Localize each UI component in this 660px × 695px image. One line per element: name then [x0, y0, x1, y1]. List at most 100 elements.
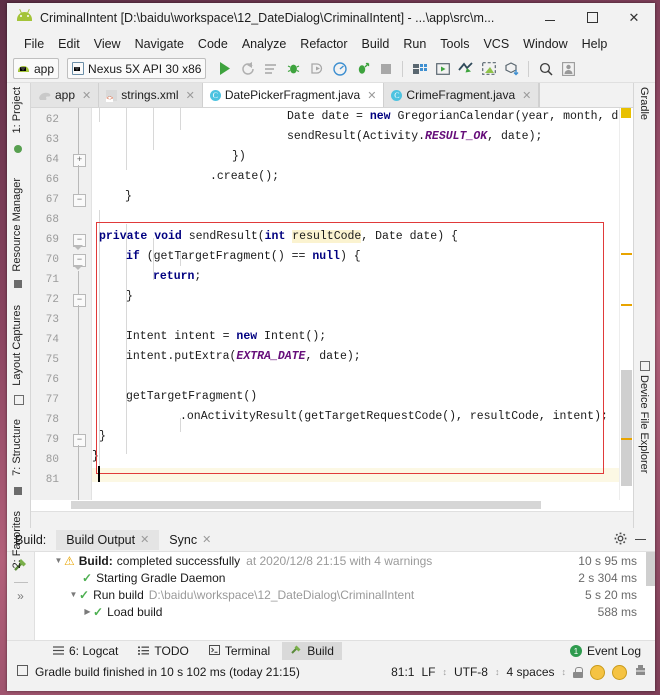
close-icon[interactable]: ✕	[186, 89, 195, 102]
editor-tab-datepickerfragment-java[interactable]: C DatePickerFragment.java ✕	[202, 83, 385, 107]
chevron-down-icon[interactable]: ▼	[68, 590, 79, 599]
menu-item-code[interactable]: Code	[191, 35, 235, 53]
indent-setting[interactable]: 4 spaces	[506, 665, 554, 679]
sync-gradle-icon[interactable]	[455, 58, 476, 79]
sidebar-item-favorites[interactable]: 2: Favorites	[11, 511, 23, 568]
editor-scrollbar-thumb[interactable]	[621, 370, 632, 486]
fold-collapse-icon[interactable]: −	[73, 194, 86, 207]
window-controls: ✕	[529, 3, 655, 32]
warning-marker[interactable]	[621, 304, 632, 306]
sdk-manager-icon[interactable]	[409, 58, 430, 79]
editor-hscroll-thumb[interactable]	[71, 501, 541, 509]
tree-row-run-build[interactable]: ▼ ✓ Run build D:\baidu\workspace\12_Date…	[35, 586, 655, 603]
build-tab-sync[interactable]: Sync ✕	[159, 530, 221, 550]
menu-item-window[interactable]: Window	[516, 35, 574, 53]
close-button[interactable]: ✕	[613, 3, 655, 32]
sidebar-item-gradle[interactable]: Gradle	[638, 87, 650, 120]
editor-tab-strings-xml[interactable]: strings.xml ✕	[99, 83, 203, 107]
bottom-tab-build[interactable]: Build	[282, 642, 342, 660]
line-separator[interactable]: LF	[421, 665, 435, 679]
fold-collapse-icon[interactable]: −	[73, 434, 86, 447]
caret-position[interactable]: 81:1	[391, 665, 414, 679]
editor-marker-bar[interactable]	[619, 108, 633, 500]
inspection-icon[interactable]	[634, 664, 647, 680]
menu-item-edit[interactable]: Edit	[51, 35, 87, 53]
resource-icon	[14, 280, 22, 288]
bottom-tab-logcat[interactable]: 6: Logcat	[45, 642, 126, 660]
minimize-button[interactable]	[529, 3, 571, 32]
close-icon[interactable]: ✕	[522, 89, 531, 102]
device-selector[interactable]: Nexus 5X API 30 x86	[67, 58, 207, 79]
debug-icon[interactable]	[283, 58, 304, 79]
close-icon[interactable]: ✕	[367, 89, 376, 102]
minimize-icon[interactable]	[633, 539, 655, 540]
search-icon[interactable]	[535, 58, 556, 79]
close-icon[interactable]: ✕	[140, 533, 149, 546]
bottom-tab-label: Terminal	[224, 644, 271, 658]
sidebar-item-label: Device File Explorer	[638, 375, 650, 474]
maximize-button[interactable]	[571, 3, 613, 32]
sidebar-item-structure[interactable]: 7: Structure	[11, 419, 23, 476]
module-selector[interactable]: app	[13, 58, 60, 79]
warning-marker[interactable]	[621, 438, 632, 440]
profiler-icon[interactable]	[329, 58, 350, 79]
menu-bar: File Edit View Navigate Code Analyze Ref…	[7, 33, 655, 55]
sidebar-item-layout-captures[interactable]: Layout Captures	[11, 305, 23, 386]
menu-item-vcs[interactable]: VCS	[476, 35, 516, 53]
layout-inspector-icon[interactable]	[478, 58, 499, 79]
avd-manager-icon[interactable]	[432, 58, 453, 79]
tree-row-build[interactable]: ▼ ⚠ Build: completed successfully at 202…	[35, 552, 655, 569]
gear-icon[interactable]	[608, 532, 633, 548]
menu-item-tools[interactable]: Tools	[433, 35, 476, 53]
window-title: CriminalIntent [D:\baidu\workspace\12_Da…	[40, 10, 495, 25]
menu-item-navigate[interactable]: Navigate	[128, 35, 191, 53]
bottom-tab-terminal[interactable]: Terminal	[201, 642, 278, 660]
apply-code-changes-icon[interactable]	[260, 58, 281, 79]
logcat-icon	[53, 644, 64, 658]
run-icon[interactable]	[214, 58, 235, 79]
close-icon[interactable]: ✕	[202, 533, 211, 546]
warning-marker[interactable]	[621, 253, 632, 255]
editor-tab-crimefragment-java[interactable]: C CrimeFragment.java ✕	[384, 83, 540, 107]
sidebar-item-device-file-explorer[interactable]: Device File Explorer	[638, 375, 650, 473]
editor-tab-app[interactable]: app ✕	[31, 83, 100, 107]
menu-item-help[interactable]: Help	[575, 35, 615, 53]
sidebar-item-resource-manager[interactable]: Resource Manager	[11, 178, 23, 272]
run-with-coverage-icon[interactable]	[352, 58, 373, 79]
menu-item-view[interactable]: View	[87, 35, 128, 53]
close-icon[interactable]: ✕	[82, 89, 91, 102]
expand-icon[interactable]: »	[17, 589, 24, 603]
smiley-sad-icon[interactable]	[612, 664, 627, 680]
file-encoding[interactable]: UTF-8	[454, 665, 488, 679]
build-output-tree[interactable]: ▼ ⚠ Build: completed successfully at 202…	[35, 552, 655, 640]
apply-changes-icon[interactable]	[237, 58, 258, 79]
tree-row-starting-gradle-daemon[interactable]: ✓ Starting Gradle Daemon 2 s 304 ms	[35, 569, 655, 586]
event-log-button[interactable]: 1 Event Log	[562, 642, 655, 660]
bottom-tab-todo[interactable]: TODO	[130, 642, 196, 660]
menu-item-run[interactable]: Run	[396, 35, 433, 53]
menu-item-build[interactable]: Build	[355, 35, 397, 53]
line-number: 81	[45, 474, 59, 486]
build-tab-build-output[interactable]: Build Output ✕	[56, 529, 160, 550]
avatar-icon[interactable]	[558, 58, 579, 79]
editor-gutter[interactable]: 62 63 64 66 67 68 69 70 71 72 73 74 75 7…	[31, 108, 92, 500]
tree-row-load-build[interactable]: ▶ ✓ Load build 588 ms	[35, 603, 655, 620]
sidebar-item-project[interactable]: 1: Project	[11, 87, 23, 133]
build-tree-scrollbar[interactable]	[646, 552, 655, 640]
chevron-down-icon[interactable]: ▼	[53, 556, 64, 565]
code-area[interactable]: Date date = new GregorianCalendar(year, …	[92, 108, 619, 500]
editor-horizontal-scrollbar[interactable]	[31, 500, 633, 511]
attach-debugger-icon[interactable]	[306, 58, 327, 79]
menu-item-file[interactable]: File	[17, 35, 51, 53]
chevron-right-icon[interactable]: ▶	[82, 607, 93, 616]
fold-collapse-icon[interactable]: −	[73, 294, 86, 307]
menu-item-analyze[interactable]: Analyze	[235, 35, 293, 53]
device-manager-icon[interactable]	[501, 58, 522, 79]
fold-expand-icon[interactable]: +	[73, 154, 86, 167]
build-panel-body: » ▼ ⚠ Build: completed successfully at 2…	[7, 552, 655, 640]
code-line: }	[99, 430, 106, 443]
warning-marker[interactable]	[621, 108, 631, 118]
lock-icon[interactable]	[573, 666, 583, 678]
menu-item-refactor[interactable]: Refactor	[293, 35, 354, 53]
smiley-happy-icon[interactable]	[590, 664, 605, 680]
